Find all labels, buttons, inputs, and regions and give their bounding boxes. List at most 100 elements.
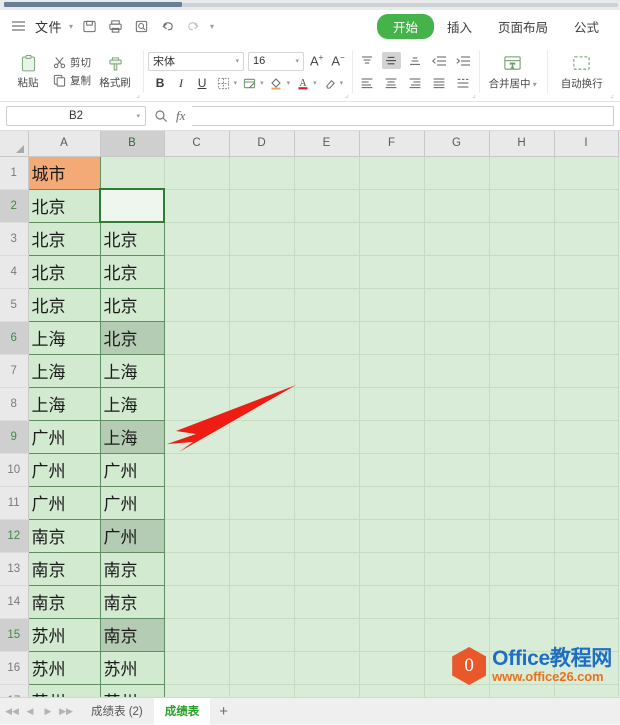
cell-I17[interactable] (554, 684, 619, 697)
cell-A16[interactable]: 苏州 (27, 650, 101, 685)
cell-G13[interactable] (424, 552, 490, 586)
customize-chevron-icon[interactable]: ▾ (210, 22, 214, 31)
cell-I14[interactable] (554, 585, 619, 619)
increase-font-size-button[interactable]: A+ (308, 53, 325, 68)
cell-D3[interactable] (229, 222, 295, 256)
increase-indent-icon[interactable] (454, 52, 473, 69)
tab-page-layout[interactable]: 页面布局 (485, 14, 561, 39)
cell-B8[interactable]: 上海 (99, 386, 165, 421)
alignment-expand-icon[interactable]: ⌟ (472, 90, 476, 99)
cell-F6[interactable] (359, 321, 425, 355)
cell-B1[interactable] (100, 156, 165, 190)
align-center-icon[interactable] (382, 74, 401, 91)
column-header-h[interactable]: H (489, 131, 555, 157)
fill-color-icon[interactable] (268, 75, 285, 92)
undo-icon[interactable] (158, 17, 177, 36)
cell-style-icon[interactable] (241, 75, 258, 92)
cell-B15[interactable]: 南京 (99, 617, 165, 652)
tab-insert[interactable]: 插入 (434, 14, 485, 39)
cell-A17[interactable]: 苏州 (27, 683, 101, 697)
decrease-font-size-button[interactable]: A− (329, 53, 346, 68)
cell-E14[interactable] (294, 585, 360, 619)
cell-G8[interactable] (424, 387, 490, 421)
cell-F15[interactable] (359, 618, 425, 652)
cell-C2[interactable] (164, 189, 230, 223)
cell-A7[interactable]: 上海 (27, 353, 101, 388)
next-sheet-icon[interactable]: ▶ (40, 703, 56, 719)
cell-E1[interactable] (294, 156, 360, 190)
cell-H13[interactable] (489, 552, 555, 586)
column-header-d[interactable]: D (229, 131, 295, 157)
cell-E9[interactable] (294, 420, 360, 454)
cell-F4[interactable] (359, 255, 425, 289)
column-header-c[interactable]: C (164, 131, 230, 157)
cell-A5[interactable]: 北京 (27, 287, 101, 322)
cell-F1[interactable] (359, 156, 425, 190)
cell-G9[interactable] (424, 420, 490, 454)
row-header-16[interactable]: 16 (0, 651, 29, 685)
wrap-text-button[interactable]: 自动换行 (553, 52, 611, 91)
cell-F3[interactable] (359, 222, 425, 256)
cell-E3[interactable] (294, 222, 360, 256)
cell-A10[interactable]: 广州 (27, 452, 101, 487)
borders-icon[interactable] (215, 75, 232, 92)
cell-F14[interactable] (359, 585, 425, 619)
cell-G14[interactable] (424, 585, 490, 619)
cell-D6[interactable] (229, 321, 295, 355)
cell-B2[interactable] (99, 188, 165, 223)
fill-color-chevron-icon[interactable]: ▾ (287, 79, 291, 87)
font-size-chevron-icon[interactable]: ▾ (295, 57, 299, 65)
cell-G11[interactable] (424, 486, 490, 520)
tab-formula[interactable]: 公式 (561, 14, 612, 39)
cell-D10[interactable] (229, 453, 295, 487)
font-expand-icon[interactable]: ⌟ (345, 90, 349, 99)
print-preview-icon[interactable] (132, 17, 151, 36)
row-header-7[interactable]: 7 (0, 354, 29, 388)
column-header-g[interactable]: G (424, 131, 490, 157)
cell-D8[interactable] (229, 387, 295, 421)
row-header-5[interactable]: 5 (0, 288, 29, 322)
cell-D5[interactable] (229, 288, 295, 322)
cell-A14[interactable]: 南京 (27, 584, 101, 619)
wrap-expand-icon[interactable]: ⌟ (610, 90, 614, 99)
font-color-icon[interactable]: A (294, 75, 311, 92)
hamburger-menu-icon[interactable] (9, 17, 28, 36)
cell-G7[interactable] (424, 354, 490, 388)
italic-button[interactable]: I (173, 75, 190, 92)
cell-C13[interactable] (164, 552, 230, 586)
cell-H9[interactable] (489, 420, 555, 454)
format-painter-button[interactable]: 格式刷 (93, 54, 137, 90)
cell-H2[interactable] (489, 189, 555, 223)
cell-I7[interactable] (554, 354, 619, 388)
cell-D1[interactable] (229, 156, 295, 190)
cell-F9[interactable] (359, 420, 425, 454)
row-header-10[interactable]: 10 (0, 453, 29, 487)
cell-A12[interactable]: 南京 (27, 518, 101, 553)
cell-A13[interactable]: 南京 (27, 551, 101, 586)
cell-C6[interactable] (164, 321, 230, 355)
cell-F12[interactable] (359, 519, 425, 553)
first-sheet-icon[interactable]: ◀◀ (4, 703, 20, 719)
cell-H1[interactable] (489, 156, 555, 190)
cell-G10[interactable] (424, 453, 490, 487)
select-all-corner[interactable] (0, 131, 29, 157)
cell-B9[interactable]: 上海 (99, 419, 165, 454)
cell-E10[interactable] (294, 453, 360, 487)
cell-C9[interactable] (164, 420, 230, 454)
cell-I11[interactable] (554, 486, 619, 520)
cell-D2[interactable] (229, 189, 295, 223)
cell-B3[interactable]: 北京 (99, 221, 165, 256)
cell-E17[interactable] (294, 684, 360, 697)
row-header-17[interactable]: 17 (0, 684, 29, 697)
cell-B12[interactable]: 广州 (99, 518, 165, 553)
row-header-13[interactable]: 13 (0, 552, 29, 586)
cell-B4[interactable]: 北京 (99, 254, 165, 289)
font-size-select[interactable]: 16 ▾ (248, 51, 304, 71)
cell-C12[interactable] (164, 519, 230, 553)
font-name-select[interactable]: 宋体 ▾ (148, 51, 244, 71)
cell-C4[interactable] (164, 255, 230, 289)
cell-H12[interactable] (489, 519, 555, 553)
cell-D15[interactable] (229, 618, 295, 652)
row-header-11[interactable]: 11 (0, 486, 29, 520)
font-color-chevron-icon[interactable]: ▾ (313, 79, 317, 87)
